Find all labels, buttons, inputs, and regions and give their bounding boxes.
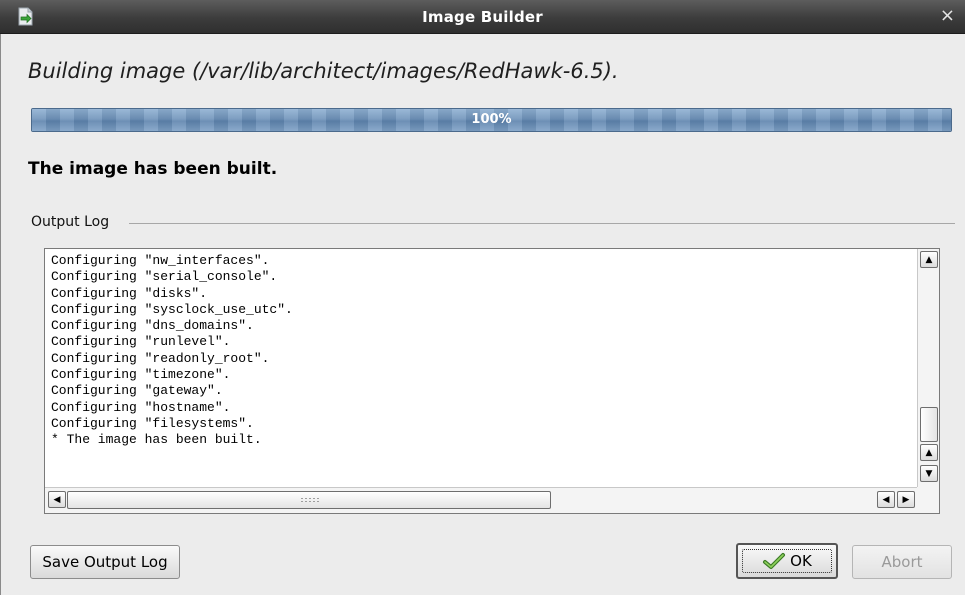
scroll-down-arrow-icon[interactable]: ▼ <box>920 465 938 482</box>
output-log-label: Output Log <box>31 214 110 230</box>
scroll-up-arrow-icon[interactable]: ▲ <box>920 444 938 461</box>
build-heading: Building image (/var/lib/architect/image… <box>28 59 619 83</box>
progress-bar: 100% <box>31 108 952 132</box>
ok-button[interactable]: OK <box>736 543 838 579</box>
scroll-corner <box>917 487 939 513</box>
window-title: Image Builder <box>422 8 543 26</box>
dialog-body: Building image (/var/lib/architect/image… <box>0 34 965 595</box>
title-bar: Image Builder × <box>0 0 965 34</box>
output-log-area[interactable]: Configuring "nw_interfaces". Configuring … <box>44 248 940 514</box>
log-line: Configuring "serial_console". <box>51 269 278 285</box>
progress-label: 100% <box>471 112 512 127</box>
ok-label: OK <box>790 552 812 570</box>
vertical-scroll-thumb[interactable] <box>920 407 938 442</box>
log-line: * The image has been built. <box>51 432 262 448</box>
close-icon[interactable]: × <box>940 6 955 26</box>
log-line: Configuring "gateway". <box>51 383 223 399</box>
scroll-right-arrow-icon[interactable]: ▶ <box>897 491 915 508</box>
scroll-up-arrow-icon[interactable]: ▲ <box>920 251 938 268</box>
log-line: Configuring "hostname". <box>51 399 231 415</box>
scroll-left-arrow-icon[interactable]: ◀ <box>48 491 66 508</box>
log-line: Configuring "nw_interfaces". <box>51 253 270 268</box>
vertical-scrollbar[interactable]: ▲ ▲ ▼ <box>917 249 939 487</box>
scroll-left-arrow-icon[interactable]: ◀ <box>877 491 895 508</box>
save-output-log-label: Save Output Log <box>42 553 168 571</box>
log-line: Configuring "disks". <box>51 285 208 301</box>
horizontal-scrollbar[interactable]: ◀ ◀ ▶ <box>45 487 919 513</box>
abort-label: Abort <box>881 553 923 571</box>
abort-button[interactable]: Abort <box>852 545 952 579</box>
log-line: Configuring "sysclock_use_utc". <box>51 301 293 317</box>
grip-icon <box>300 497 320 504</box>
checkmark-icon <box>763 553 786 569</box>
log-line: Configuring "timezone". <box>51 367 231 383</box>
group-divider <box>129 223 955 224</box>
log-line: Configuring "dns_domains". <box>51 318 254 334</box>
build-status: The image has been built. <box>28 159 278 179</box>
output-log-text[interactable]: Configuring "nw_interfaces". Configuring … <box>51 253 913 485</box>
horizontal-scroll-thumb[interactable] <box>67 491 551 509</box>
save-output-log-button[interactable]: Save Output Log <box>30 545 180 579</box>
focus-ring <box>742 549 832 573</box>
log-line: Configuring "runlevel". <box>51 334 231 350</box>
log-line: Configuring "readonly_root". <box>51 350 270 366</box>
log-line: Configuring "filesystems". <box>51 415 254 431</box>
